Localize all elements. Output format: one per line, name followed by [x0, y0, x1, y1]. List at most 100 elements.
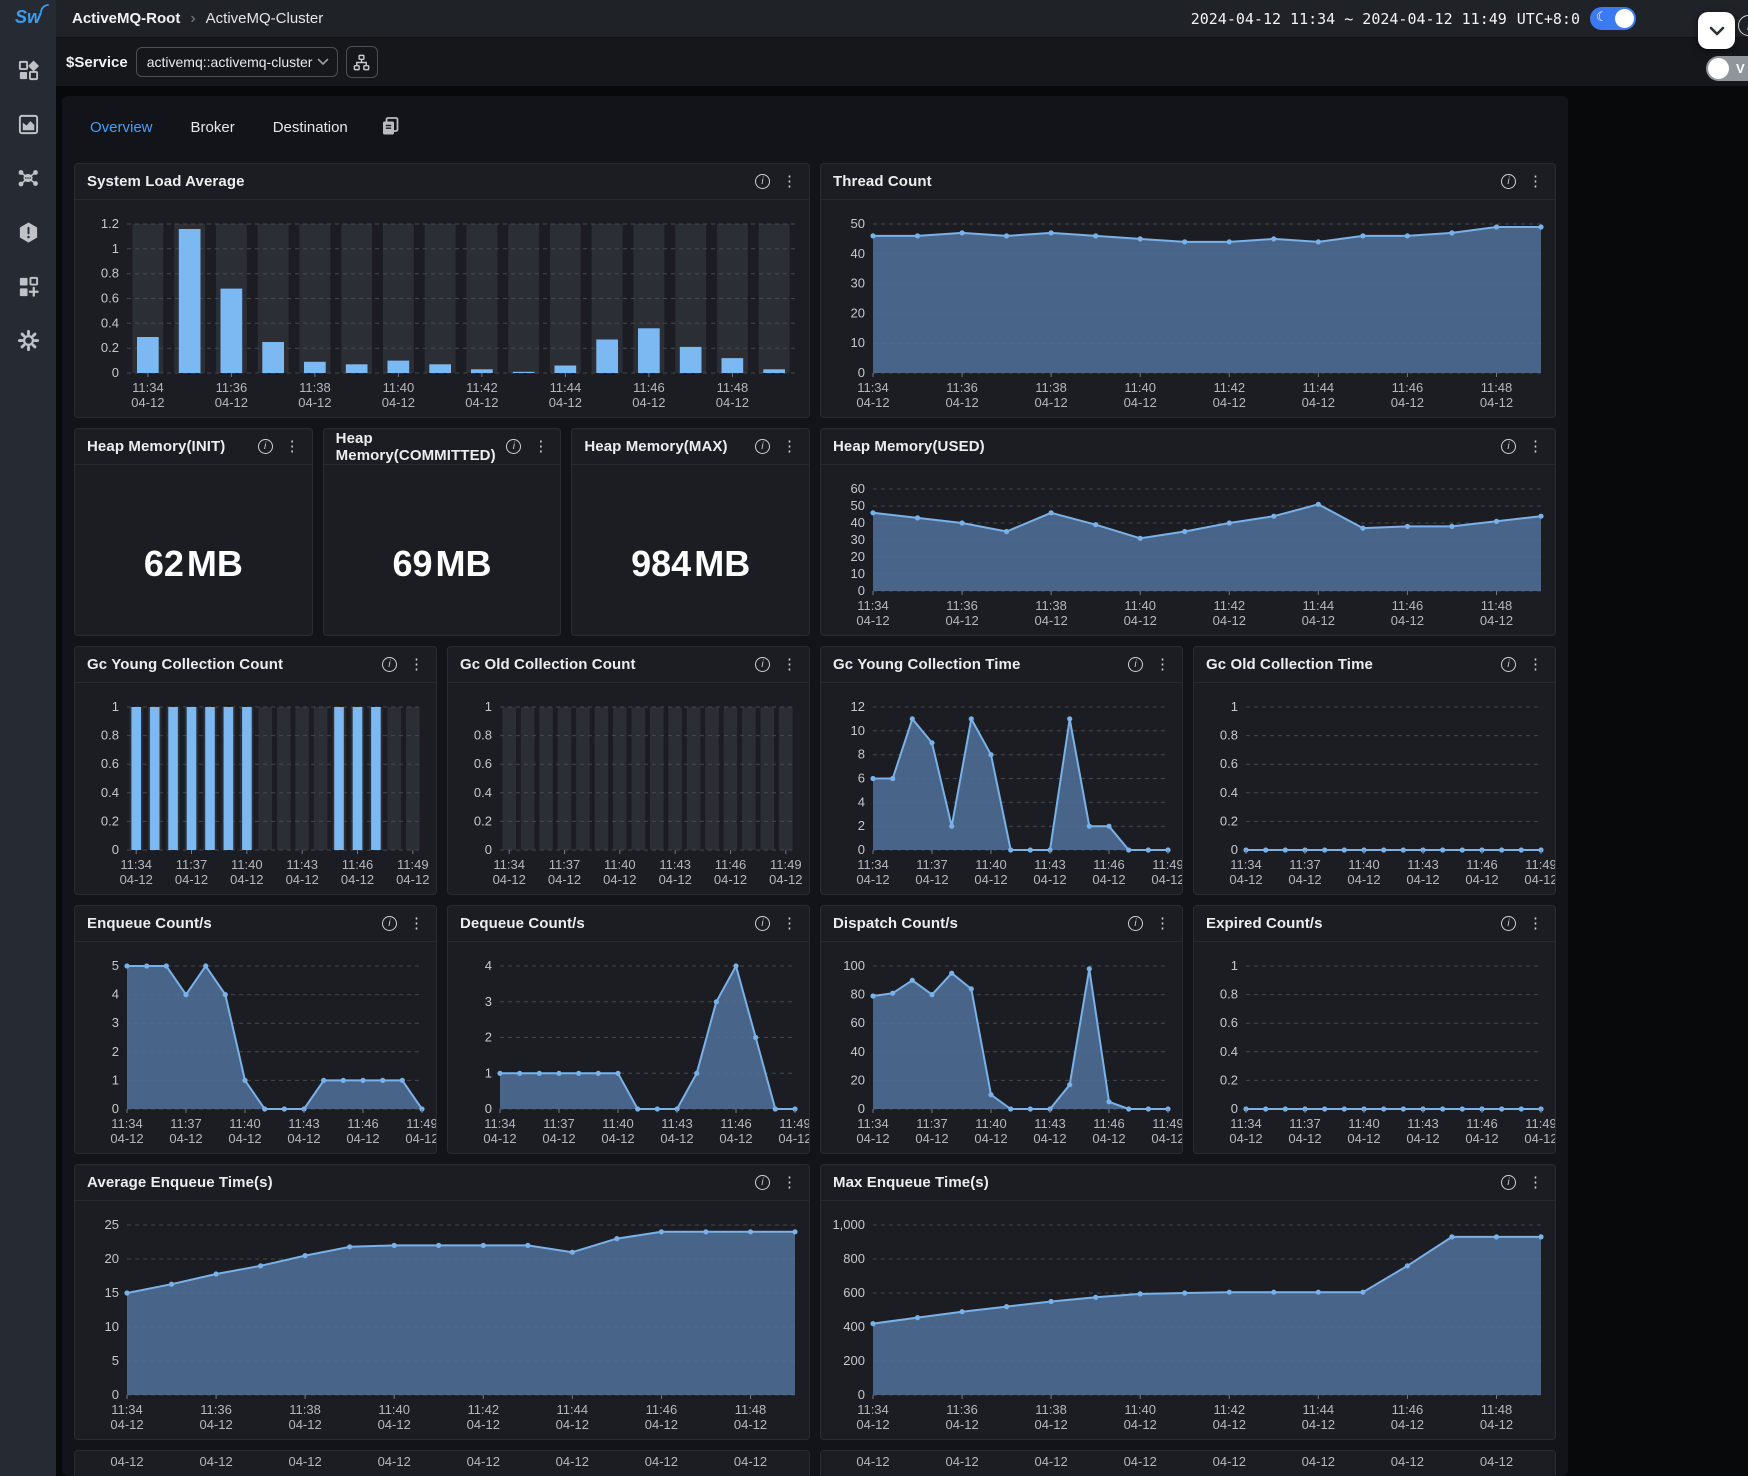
- time-range[interactable]: 2024-04-12 11:34 ~ 2024-04-12 11:49: [1191, 10, 1507, 28]
- svg-text:04-12: 04-12: [1229, 1131, 1262, 1146]
- panel-gc-old-collection-count: Gc Old Collection Count i ⋮ 00.20.40.60.…: [447, 646, 810, 895]
- panel-grid: System Load Average i ⋮ 00.20.40.60.811.…: [74, 163, 1556, 1476]
- svg-text:0.8: 0.8: [1220, 987, 1238, 1002]
- svg-text:11:46: 11:46: [720, 1116, 752, 1131]
- info-icon[interactable]: i: [755, 657, 770, 672]
- tab-broker[interactable]: Broker: [191, 119, 235, 136]
- svg-text:04-12: 04-12: [1391, 613, 1424, 628]
- view-mode-toggle[interactable]: V: [1706, 56, 1748, 81]
- info-icon[interactable]: i: [382, 916, 397, 931]
- panel-title: Average Enqueue Time(s): [87, 1174, 273, 1191]
- kebab-menu-icon[interactable]: ⋮: [1155, 657, 1170, 672]
- svg-text:11:34: 11:34: [111, 1402, 143, 1417]
- panel-heap-memory-init: Heap Memory(INIT) i ⋮ 62MB: [74, 428, 313, 636]
- svg-text:04-12: 04-12: [856, 1417, 889, 1432]
- service-label: $Service: [66, 54, 128, 71]
- kebab-menu-icon[interactable]: ⋮: [409, 657, 424, 672]
- sidebar-item-topology[interactable]: [16, 166, 40, 190]
- dark-mode-toggle[interactable]: ☾: [1590, 7, 1636, 30]
- svg-text:0.6: 0.6: [474, 756, 492, 771]
- svg-text:04-12: 04-12: [1092, 1131, 1125, 1146]
- svg-text:04-12: 04-12: [1465, 872, 1498, 887]
- sidebar-item-charts[interactable]: [16, 112, 40, 136]
- skywalking-logo[interactable]: Sw: [15, 7, 41, 28]
- sidebar-item-settings[interactable]: [16, 328, 40, 352]
- info-icon[interactable]: i: [1128, 657, 1143, 672]
- svg-text:04-12: 04-12: [945, 395, 978, 410]
- tab-overview[interactable]: Overview: [90, 119, 153, 136]
- kebab-menu-icon[interactable]: ⋮: [1528, 439, 1543, 454]
- collapse-header-button[interactable]: [1698, 12, 1735, 49]
- info-icon[interactable]: i: [1501, 657, 1516, 672]
- kebab-menu-icon[interactable]: ⋮: [782, 439, 797, 454]
- service-select[interactable]: activemq::activemq-cluster: [136, 47, 338, 77]
- svg-text:20: 20: [851, 1072, 865, 1087]
- svg-text:11:40: 11:40: [231, 857, 263, 872]
- info-icon[interactable]: i: [1501, 439, 1516, 454]
- breadcrumb-current[interactable]: ActiveMQ-Cluster: [206, 10, 324, 27]
- svg-text:40: 40: [851, 1044, 865, 1059]
- svg-text:04-12: 04-12: [346, 1131, 379, 1146]
- svg-text:11:42: 11:42: [1214, 1402, 1246, 1417]
- kebab-menu-icon[interactable]: ⋮: [1528, 174, 1543, 189]
- system-load-chart: 00.20.40.60.811.211:3404-1211:3604-1211:…: [75, 200, 809, 417]
- svg-text:04-12: 04-12: [548, 872, 581, 887]
- svg-text:04-12: 04-12: [1391, 1417, 1424, 1432]
- info-icon[interactable]: i: [755, 1175, 770, 1190]
- svg-text:12: 12: [851, 699, 865, 714]
- svg-text:04-12: 04-12: [632, 395, 665, 410]
- breadcrumb-root[interactable]: ActiveMQ-Root: [72, 10, 180, 27]
- topology-link-button[interactable]: [346, 46, 378, 78]
- kebab-menu-icon[interactable]: ⋮: [782, 174, 797, 189]
- svg-text:11:38: 11:38: [1035, 1402, 1067, 1417]
- sidebar-item-alerting[interactable]: [16, 220, 40, 244]
- kebab-menu-icon[interactable]: ⋮: [1528, 657, 1543, 672]
- kebab-menu-icon[interactable]: ⋮: [1528, 1175, 1543, 1190]
- svg-text:11:37: 11:37: [543, 1116, 575, 1131]
- kebab-menu-icon[interactable]: ⋮: [782, 1175, 797, 1190]
- svg-text:0.8: 0.8: [101, 266, 119, 281]
- svg-text:0: 0: [485, 842, 492, 857]
- svg-text:0.2: 0.2: [101, 813, 119, 828]
- svg-text:0.4: 0.4: [474, 785, 492, 800]
- kebab-menu-icon[interactable]: ⋮: [1528, 916, 1543, 931]
- svg-text:60: 60: [851, 481, 865, 496]
- kebab-menu-icon[interactable]: ⋮: [782, 916, 797, 931]
- kebab-menu-icon[interactable]: ⋮: [409, 916, 424, 931]
- kebab-menu-icon[interactable]: ⋮: [782, 657, 797, 672]
- info-icon[interactable]: i: [1128, 916, 1143, 931]
- info-icon[interactable]: i: [382, 657, 397, 672]
- info-icon[interactable]: i: [755, 174, 770, 189]
- svg-text:11:48: 11:48: [1481, 380, 1513, 395]
- kebab-menu-icon[interactable]: ⋮: [285, 439, 300, 454]
- svg-text:11:40: 11:40: [1348, 857, 1380, 872]
- svg-text:04-12: 04-12: [131, 395, 164, 410]
- info-icon[interactable]: i: [506, 439, 521, 454]
- svg-text:10: 10: [851, 566, 865, 581]
- svg-text:11:49: 11:49: [397, 857, 429, 872]
- svg-text:04-12: 04-12: [1480, 395, 1513, 410]
- kebab-menu-icon[interactable]: ⋮: [1155, 916, 1170, 931]
- info-icon[interactable]: i: [1501, 174, 1516, 189]
- info-icon[interactable]: i: [755, 439, 770, 454]
- info-icon[interactable]: i: [755, 916, 770, 931]
- info-icon[interactable]: i: [258, 439, 273, 454]
- tab-destination[interactable]: Destination: [273, 119, 348, 136]
- svg-text:11:49: 11:49: [1152, 1116, 1182, 1131]
- copy-dashboard-icon[interactable]: [380, 116, 400, 141]
- svg-text:2: 2: [858, 818, 865, 833]
- svg-text:0.4: 0.4: [101, 785, 119, 800]
- info-icon[interactable]: i: [1501, 916, 1516, 931]
- sidebar-item-dashboards[interactable]: [16, 58, 40, 82]
- sidebar-item-marketplace[interactable]: [16, 274, 40, 298]
- svg-text:04-12: 04-12: [228, 1131, 261, 1146]
- svg-text:11:43: 11:43: [661, 1116, 693, 1131]
- top-bar: ActiveMQ-Root › ActiveMQ-Cluster 2024-04…: [56, 0, 1748, 38]
- svg-text:10: 10: [851, 335, 865, 350]
- kebab-menu-icon[interactable]: ⋮: [533, 439, 548, 454]
- tab-bar: Overview Broker Destination: [74, 96, 1556, 142]
- svg-text:1: 1: [485, 1065, 492, 1080]
- svg-text:04-12: 04-12: [769, 872, 802, 887]
- panel-heap-memory-committed: Heap Memory(COMMITTED) i ⋮ 69MB: [323, 428, 562, 636]
- info-icon[interactable]: i: [1501, 1175, 1516, 1190]
